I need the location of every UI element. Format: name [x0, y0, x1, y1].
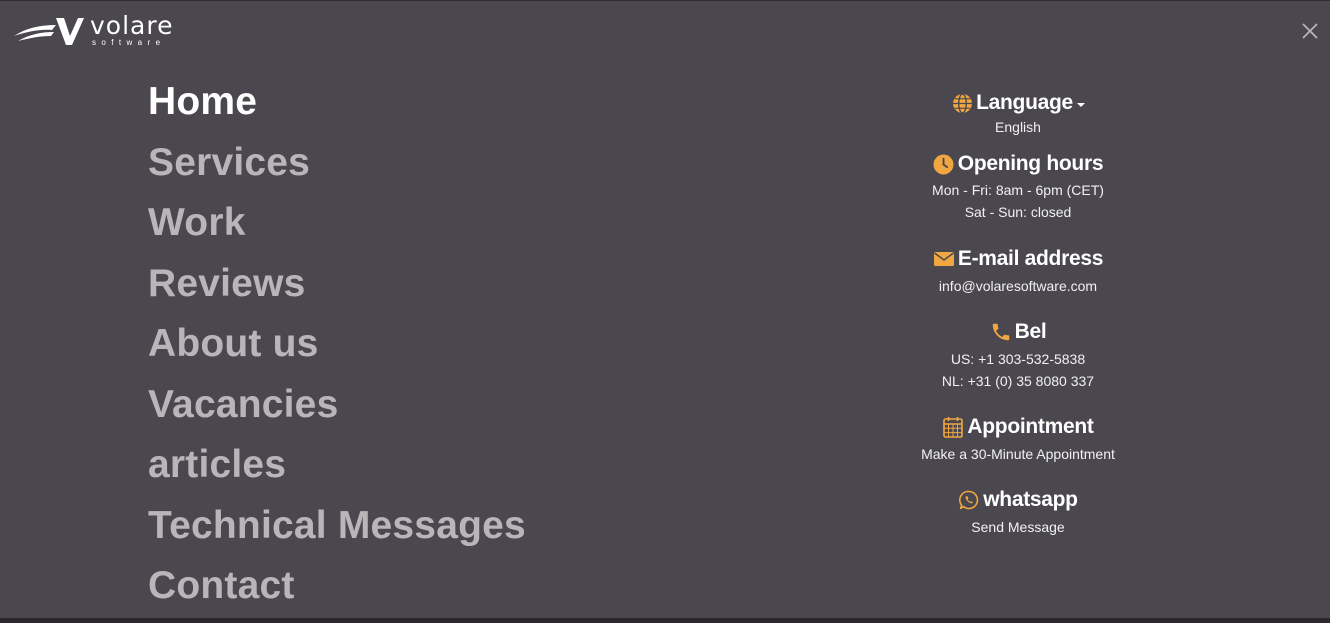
appointment-heading: Appointment [868, 413, 1168, 441]
phone-heading: Bel [868, 318, 1168, 346]
phone-nl[interactable]: NL: +31 (0) 35 8080 337 [868, 371, 1168, 393]
appointment-title: Appointment [967, 415, 1094, 438]
nav-link-technical-messages[interactable]: Technical Messages [148, 504, 526, 547]
nav-item-services: Services [148, 140, 526, 201]
envelope-icon [933, 248, 955, 270]
volare-logo-mark [14, 18, 84, 45]
nav-link-articles[interactable]: articles [148, 443, 286, 486]
whatsapp-section: whatsapp Send Message [868, 486, 1168, 539]
hours-heading: Opening hours [868, 150, 1168, 178]
hours-section: Opening hours Mon - Fri: 8am - 6pm (CET)… [868, 150, 1168, 223]
phone-icon [990, 321, 1012, 343]
email-title: E-mail address [957, 247, 1104, 270]
nav-link-home[interactable]: Home [148, 80, 257, 123]
nav-item-technical-messages: Technical Messages [148, 503, 526, 564]
nav-item-work: Work [148, 200, 526, 261]
nav-item-articles: articles [148, 442, 526, 503]
whatsapp-send-message[interactable]: Send Message [868, 517, 1168, 539]
caret-down-icon [1076, 102, 1085, 107]
menu-overlay: volare software Home Services Work Revie… [0, 0, 1330, 623]
nav-link-vacancies[interactable]: Vacancies [148, 383, 338, 426]
phone-title: Bel [1014, 320, 1047, 343]
clock-icon [933, 153, 955, 175]
email-heading: E-mail address [868, 245, 1168, 273]
nav-item-contact: Contact [148, 563, 526, 623]
bottom-divider [0, 618, 1330, 623]
phone-us[interactable]: US: +1 303-532-5838 [868, 349, 1168, 371]
nav-link-services[interactable]: Services [148, 141, 310, 184]
globe-icon [951, 92, 973, 114]
nav-item-home: Home [148, 79, 526, 140]
nav-link-reviews[interactable]: Reviews [148, 262, 306, 305]
language-section: Language English [868, 89, 1168, 139]
nav-item-vacancies: Vacancies [148, 382, 526, 443]
close-icon [1302, 23, 1318, 39]
volare-logo[interactable]: volare software [12, 13, 173, 47]
email-link[interactable]: info@volaresoftware.com [868, 276, 1168, 298]
nav-link-work[interactable]: Work [148, 201, 246, 244]
main-nav: Home Services Work Reviews About us Vaca… [148, 79, 526, 623]
hours-weekdays: Mon - Fri: 8am - 6pm (CET) [932, 182, 1104, 198]
email-section: E-mail address info@volaresoftware.com [868, 245, 1168, 298]
whatsapp-title: whatsapp [983, 488, 1078, 511]
whatsapp-heading: whatsapp [868, 486, 1168, 514]
brand-tagline: software [92, 38, 166, 47]
appointment-section: Appointment Make a 30-Minute Appointment [868, 413, 1168, 466]
nav-item-about: About us [148, 321, 526, 382]
language-value: English [995, 119, 1041, 135]
hours-title: Opening hours [957, 152, 1104, 175]
nav-link-about[interactable]: About us [148, 322, 319, 365]
calendar-icon [942, 416, 964, 438]
nav-link-contact[interactable]: Contact [148, 564, 295, 607]
phone-section: Bel US: +1 303-532-5838 NL: +31 (0) 35 8… [868, 318, 1168, 392]
brand-name: volare [90, 11, 174, 40]
language-dropdown[interactable]: Language [868, 89, 1168, 117]
nav-item-reviews: Reviews [148, 261, 526, 322]
whatsapp-icon [958, 489, 980, 511]
language-title: Language [976, 91, 1073, 114]
close-button[interactable] [1300, 21, 1320, 41]
hours-weekend: Sat - Sun: closed [964, 203, 1072, 220]
appointment-link[interactable]: Make a 30-Minute Appointment [868, 444, 1168, 466]
